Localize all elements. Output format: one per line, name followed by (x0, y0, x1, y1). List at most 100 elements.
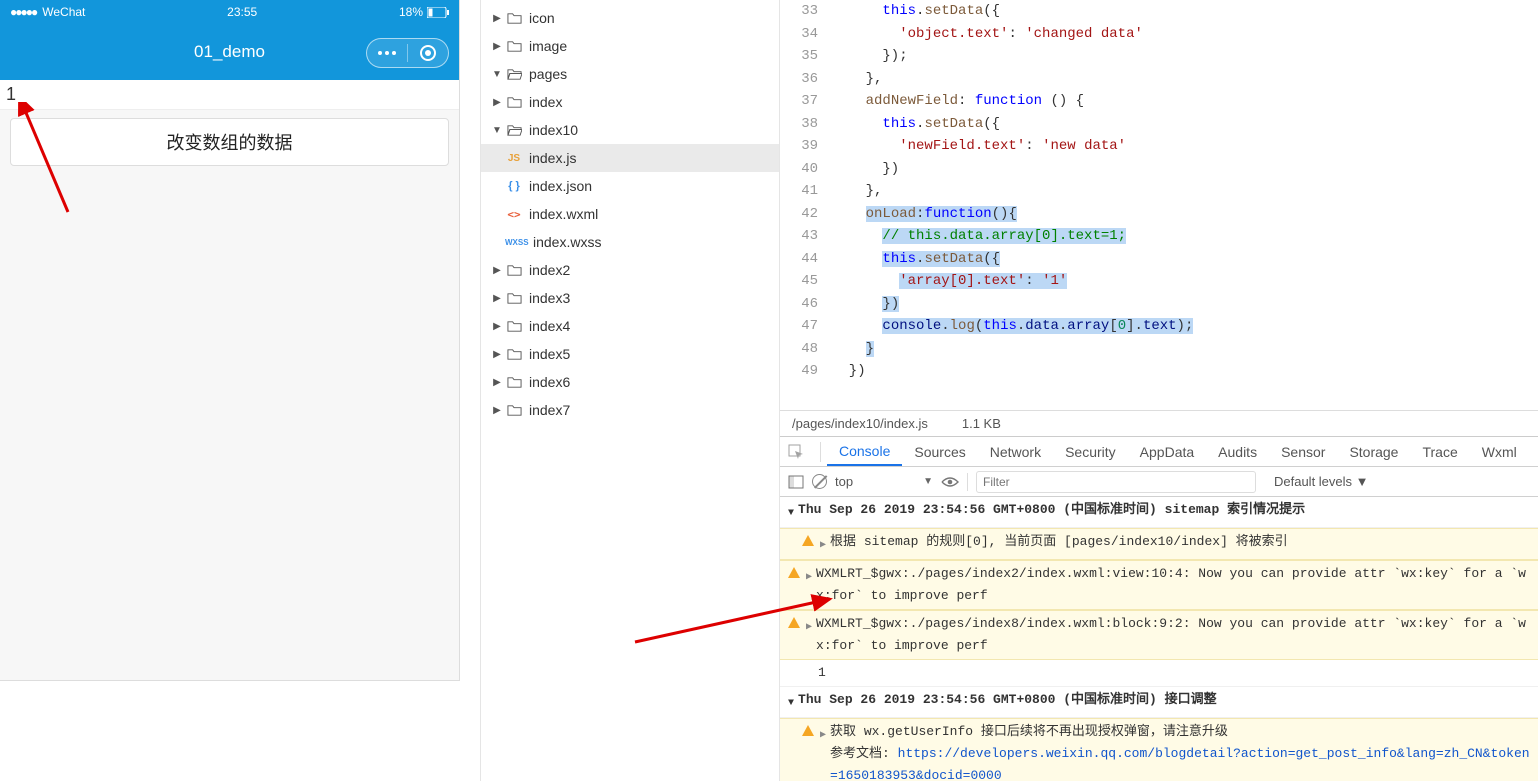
wxss-file-icon: WXSS (505, 238, 527, 247)
tree-item-label: index4 (529, 318, 570, 334)
tree-file[interactable]: <>index.wxml (481, 200, 779, 228)
clock-label: 23:55 (85, 5, 399, 19)
folder-open-icon (505, 67, 523, 82)
devtools-tab-console[interactable]: Console (827, 437, 902, 466)
folder-icon (505, 347, 523, 362)
expand-caret-icon[interactable]: ▶ (491, 321, 503, 332)
warning-icon (788, 567, 800, 578)
devtools-tab-security[interactable]: Security (1053, 437, 1128, 466)
file-size-label: 1.1 KB (962, 416, 1001, 431)
console-toolbar: top▼ Default levels ▼ (780, 467, 1538, 497)
devtools-tab-network[interactable]: Network (978, 437, 1053, 466)
folder-icon (505, 39, 523, 54)
folder-icon (505, 403, 523, 418)
tree-folder[interactable]: ▶ index6 (481, 368, 779, 396)
inspect-icon[interactable] (788, 444, 804, 460)
collapse-caret-icon[interactable]: ▼ (788, 503, 794, 525)
folder-icon (505, 319, 523, 334)
expand-caret-icon[interactable]: ▶ (491, 97, 503, 108)
tree-item-label: pages (529, 66, 567, 82)
tree-folder[interactable]: ▶ index4 (481, 312, 779, 340)
clear-console-icon[interactable] (812, 474, 827, 489)
console-line: ▶获取 wx.getUserInfo 接口后续将不再出现授权弹窗，请注意升级参考… (780, 718, 1538, 781)
battery-indicator: 18% (399, 5, 449, 19)
devtools-tabs: ConsoleSourcesNetworkSecurityAppDataAudi… (780, 437, 1538, 467)
console-output[interactable]: ▼Thu Sep 26 2019 23:54:56 GMT+0800 (中国标准… (780, 497, 1538, 781)
signal-icon: ●●●●● (10, 5, 36, 19)
expand-caret-icon[interactable]: ▶ (806, 567, 812, 589)
tree-folder[interactable]: ▼ index10 (481, 116, 779, 144)
json-file-icon: { } (505, 180, 523, 192)
scope-select[interactable]: top▼ (835, 474, 933, 489)
file-path-label: /pages/index10/index.js (792, 416, 928, 431)
tree-folder[interactable]: ▶ image (481, 32, 779, 60)
expand-caret-icon[interactable]: ▶ (806, 617, 812, 639)
expand-caret-icon[interactable]: ▶ (491, 13, 503, 24)
capsule-more-button[interactable] (367, 39, 407, 67)
folder-icon (505, 95, 523, 110)
collapse-caret-icon[interactable]: ▼ (788, 693, 794, 715)
tree-folder[interactable]: ▶ index3 (481, 284, 779, 312)
code-editor[interactable]: 3334353637383940414243444546474849 this.… (780, 0, 1538, 410)
tree-item-label: index5 (529, 346, 570, 362)
tree-item-label: index10 (529, 122, 578, 138)
expand-caret-icon[interactable]: ▶ (491, 265, 503, 276)
devtools-tab-sensor[interactable]: Sensor (1269, 437, 1337, 466)
devtools-panel: ConsoleSourcesNetworkSecurityAppDataAudi… (780, 436, 1538, 781)
log-levels-select[interactable]: Default levels ▼ (1274, 474, 1369, 489)
console-filter-input[interactable] (976, 471, 1256, 493)
page-title: 01_demo (194, 42, 265, 62)
tree-folder[interactable]: ▶ index7 (481, 396, 779, 424)
devtools-tab-storage[interactable]: Storage (1337, 437, 1410, 466)
expand-caret-icon[interactable]: ▶ (491, 377, 503, 388)
tree-folder[interactable]: ▼ pages (481, 60, 779, 88)
capsule-menu[interactable] (366, 38, 449, 68)
battery-pct: 18% (399, 5, 423, 19)
tree-folder[interactable]: ▶ index5 (481, 340, 779, 368)
sidebar-toggle-icon[interactable] (788, 474, 804, 490)
devtools-tab-sources[interactable]: Sources (902, 437, 977, 466)
console-line: 1 (780, 660, 1538, 687)
console-line: ▶WXMLRT_$gwx:./pages/index8/index.wxml:b… (780, 610, 1538, 660)
expand-caret-icon[interactable]: ▶ (491, 41, 503, 52)
folder-icon (505, 11, 523, 26)
folder-icon (505, 375, 523, 390)
console-line: ▶根据 sitemap 的规则[0], 当前页面 [pages/index10/… (780, 528, 1538, 560)
tree-folder[interactable]: ▶ icon (481, 4, 779, 32)
expand-caret-icon[interactable]: ▶ (491, 405, 503, 416)
devtools-tab-wxml[interactable]: Wxml (1470, 437, 1529, 466)
carrier-label: WeChat (42, 5, 85, 19)
eye-icon[interactable] (941, 476, 959, 488)
devtools-tab-appdata[interactable]: AppData (1128, 437, 1206, 466)
tree-item-label: icon (529, 10, 555, 26)
devtools-tab-audits[interactable]: Audits (1206, 437, 1269, 466)
array-text-output: 1 (0, 80, 459, 110)
expand-caret-icon[interactable]: ▶ (491, 293, 503, 304)
expand-caret-icon[interactable]: ▼ (491, 69, 503, 80)
warning-icon (788, 617, 800, 628)
expand-caret-icon[interactable]: ▶ (491, 349, 503, 360)
tree-file[interactable]: WXSSindex.wxss (481, 228, 779, 256)
editor-status-bar: /pages/index10/index.js 1.1 KB (780, 410, 1538, 436)
tree-item-label: image (529, 38, 567, 54)
tree-item-label: index.js (529, 150, 576, 166)
expand-caret-icon[interactable]: ▼ (491, 125, 503, 136)
devtools-tab-trace[interactable]: Trace (1410, 437, 1469, 466)
tree-folder[interactable]: ▶index (481, 88, 779, 116)
tree-item-label: index3 (529, 290, 570, 306)
tree-item-label: index6 (529, 374, 570, 390)
file-explorer[interactable]: ▶ icon ▶ image ▼ pages ▶index ▼ index10 JSindex.j… (480, 0, 780, 781)
phone-nav-bar: 01_demo (0, 24, 459, 80)
target-icon (420, 45, 436, 61)
folder-open-icon (505, 123, 523, 138)
console-line: ▼Thu Sep 26 2019 23:54:56 GMT+0800 (中国标准… (780, 497, 1538, 528)
phone-page-body: 1 改变数组的数据 (0, 80, 459, 680)
tree-item-label: index7 (529, 402, 570, 418)
change-array-button[interactable]: 改变数组的数据 (10, 118, 449, 166)
tree-file[interactable]: JSindex.js (481, 144, 779, 172)
expand-caret-icon[interactable]: ▶ (820, 725, 826, 747)
capsule-close-button[interactable] (408, 39, 448, 67)
tree-folder[interactable]: ▶index2 (481, 256, 779, 284)
tree-file[interactable]: { }index.json (481, 172, 779, 200)
expand-caret-icon[interactable]: ▶ (820, 535, 826, 557)
